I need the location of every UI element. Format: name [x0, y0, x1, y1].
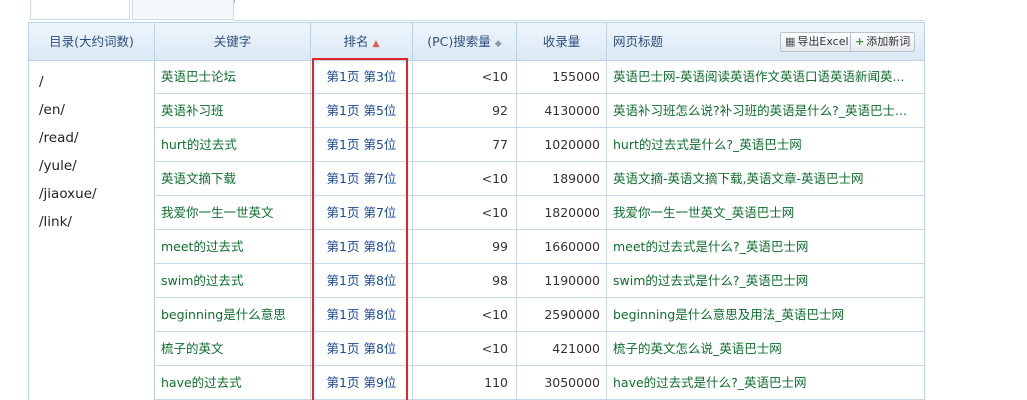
header-keyword-label: 关键字 — [213, 34, 252, 49]
export-excel-button[interactable]: ▦ 导出Excel — [780, 32, 854, 52]
indexed-cell: 189000 — [517, 162, 607, 195]
table-row: 英语巴士论坛 第1页 第3位 <10 155000 英语巴士网-英语阅读英语作文… — [155, 60, 924, 94]
page-title-cell[interactable]: 我爱你一生一世英文_英语巴士网 — [607, 196, 924, 229]
header-indexed[interactable]: 收录量 — [517, 23, 607, 61]
header-rank[interactable]: 排名 ▲ — [311, 23, 413, 61]
header-indexed-label: 收录量 — [542, 34, 581, 49]
top-tab-strip — [0, 0, 1027, 22]
directory-item[interactable]: /link/ — [29, 208, 154, 236]
header-directory-label: 目录(大约词数) — [49, 34, 134, 49]
sort-desc-icon[interactable]: ▲ — [373, 39, 380, 49]
table-row: 梳子的英文 第1页 第8位 <10 421000 梳子的英文怎么说_英语巴士网 — [155, 332, 924, 366]
keyword-cell[interactable]: have的过去式 — [155, 366, 311, 399]
indexed-cell: 1820000 — [517, 196, 607, 229]
table-row: swim的过去式 第1页 第8位 98 1190000 swim的过去式是什么?… — [155, 264, 924, 298]
export-icon: ▦ — [785, 35, 796, 48]
page-title-cell[interactable]: 英语补习班怎么说?补习班的英语是什么?_英语巴士... — [607, 94, 924, 127]
rank-cell[interactable]: 第1页 第5位 — [311, 128, 413, 161]
rank-cell[interactable]: 第1页 第8位 — [311, 298, 413, 331]
keyword-cell[interactable]: 梳子的英文 — [155, 332, 311, 365]
pc-volume-cell: <10 — [413, 60, 517, 93]
header-keyword[interactable]: 关键字 — [155, 23, 311, 61]
indexed-cell: 1660000 — [517, 230, 607, 263]
directory-item[interactable]: /read/ — [29, 124, 154, 152]
table-row: 英语文摘下载 第1页 第7位 <10 189000 英语文摘-英语文摘下载,英语… — [155, 162, 924, 196]
indexed-cell: 2590000 — [517, 298, 607, 331]
pc-volume-cell: 99 — [413, 230, 517, 263]
keyword-cell[interactable]: 英语补习班 — [155, 94, 311, 127]
export-excel-label: 导出Excel — [797, 35, 849, 48]
page-title-cell[interactable]: have的过去式是什么?_英语巴士网 — [607, 366, 924, 399]
table-row: hurt的过去式 第1页 第5位 77 1020000 hurt的过去式是什么?… — [155, 128, 924, 162]
pc-volume-cell: <10 — [413, 332, 517, 365]
plus-icon: + — [855, 35, 865, 48]
header-page-title-label: 网页标题 — [613, 34, 664, 49]
page-title-cell[interactable]: 英语文摘-英语文摘下载,英语文章-英语巴士网 — [607, 162, 924, 195]
indexed-cell: 1190000 — [517, 264, 607, 297]
table-row: beginning是什么意思 第1页 第8位 <10 2590000 begin… — [155, 298, 924, 332]
keyword-cell[interactable]: 英语文摘下载 — [155, 162, 311, 195]
add-keyword-button[interactable]: + 添加新词 — [850, 32, 916, 52]
page-title-cell[interactable]: 梳子的英文怎么说_英语巴士网 — [607, 332, 924, 365]
header-directory[interactable]: 目录(大约词数) — [29, 23, 155, 61]
page: 目录(大约词数) 关键字 排名 ▲ (PC)搜索量 ◆ 收录量 网页标题 ▦ 导出Ex… — [0, 0, 1027, 400]
pc-volume-cell: 77 — [413, 128, 517, 161]
rank-cell[interactable]: 第1页 第3位 — [311, 60, 413, 93]
rank-cell[interactable]: 第1页 第5位 — [311, 94, 413, 127]
rank-cell[interactable]: 第1页 第8位 — [311, 230, 413, 263]
keyword-cell[interactable]: 英语巴士论坛 — [155, 60, 311, 93]
rank-cell[interactable]: 第1页 第8位 — [311, 264, 413, 297]
directory-item[interactable]: / — [29, 68, 154, 96]
directory-item[interactable]: /jiaoxue/ — [29, 180, 154, 208]
top-toolbar — [234, 0, 924, 21]
keyword-cell[interactable]: meet的过去式 — [155, 230, 311, 263]
keyword-cell[interactable]: hurt的过去式 — [155, 128, 311, 161]
header-pc-volume-label: (PC)搜索量 — [427, 34, 491, 49]
keyword-cell[interactable]: 我爱你一生一世英文 — [155, 196, 311, 229]
pc-volume-cell: 92 — [413, 94, 517, 127]
top-mark — [234, 0, 235, 3]
tab-active[interactable] — [30, 0, 130, 20]
indexed-cell: 3050000 — [517, 366, 607, 399]
table-row: 我爱你一生一世英文 第1页 第7位 <10 1820000 我爱你一生一世英文_… — [155, 196, 924, 230]
rank-cell[interactable]: 第1页 第8位 — [311, 332, 413, 365]
directory-column: / /en/ /read/ /yule/ /jiaoxue/ /link/ — [29, 60, 155, 400]
keyword-cell[interactable]: beginning是什么意思 — [155, 298, 311, 331]
directory-item[interactable]: /en/ — [29, 96, 154, 124]
indexed-cell: 4130000 — [517, 94, 607, 127]
table-row: have的过去式 第1页 第9位 110 3050000 have的过去式是什么… — [155, 366, 924, 400]
rank-cell[interactable]: 第1页 第7位 — [311, 162, 413, 195]
indexed-cell: 155000 — [517, 60, 607, 93]
keyword-cell[interactable]: swim的过去式 — [155, 264, 311, 297]
add-keyword-label: 添加新词 — [866, 35, 911, 48]
page-title-cell[interactable]: swim的过去式是什么?_英语巴士网 — [607, 264, 924, 297]
page-title-cell[interactable]: meet的过去式是什么?_英语巴士网 — [607, 230, 924, 263]
page-title-cell[interactable]: beginning是什么意思及用法_英语巴士网 — [607, 298, 924, 331]
pc-volume-cell: <10 — [413, 196, 517, 229]
page-title-cell[interactable]: 英语巴士网-英语阅读英语作文英语口语英语新闻英... — [607, 60, 924, 93]
pc-volume-cell: 98 — [413, 264, 517, 297]
pc-volume-cell: 110 — [413, 366, 517, 399]
keyword-rank-table: 目录(大约词数) 关键字 排名 ▲ (PC)搜索量 ◆ 收录量 网页标题 ▦ 导出Ex… — [28, 22, 925, 400]
indexed-cell: 421000 — [517, 332, 607, 365]
directory-item[interactable]: /yule/ — [29, 152, 154, 180]
header-rank-label: 排名 — [343, 34, 369, 49]
tab-inactive[interactable] — [132, 0, 234, 20]
page-title-cell[interactable]: hurt的过去式是什么?_英语巴士网 — [607, 128, 924, 161]
table-row: meet的过去式 第1页 第8位 99 1660000 meet的过去式是什么?… — [155, 230, 924, 264]
indexed-cell: 1020000 — [517, 128, 607, 161]
pc-volume-cell: <10 — [413, 162, 517, 195]
header-pc-volume[interactable]: (PC)搜索量 ◆ — [413, 23, 517, 61]
pc-volume-cell: <10 — [413, 298, 517, 331]
rank-cell[interactable]: 第1页 第7位 — [311, 196, 413, 229]
rank-cell[interactable]: 第1页 第9位 — [311, 366, 413, 399]
table-row: 英语补习班 第1页 第5位 92 4130000 英语补习班怎么说?补习班的英语… — [155, 94, 924, 128]
sort-both-icon[interactable]: ◆ — [495, 39, 502, 49]
table-header: 目录(大约词数) 关键字 排名 ▲ (PC)搜索量 ◆ 收录量 网页标题 ▦ 导出Ex… — [29, 22, 924, 61]
